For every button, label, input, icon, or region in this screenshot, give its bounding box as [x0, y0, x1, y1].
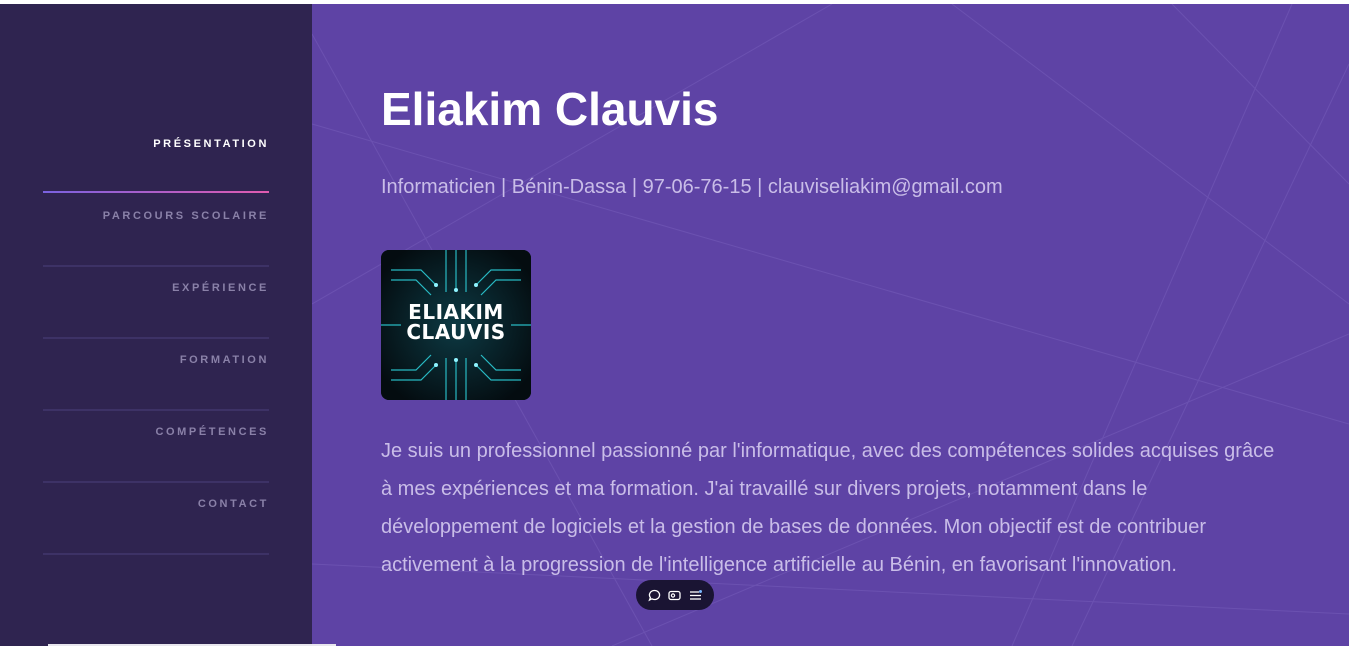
nav-item-formation[interactable]: Formation [43, 339, 269, 411]
floating-toolbar [636, 580, 714, 610]
logo-text: ELIAKIM CLAUVIS [381, 302, 531, 342]
menu-icon[interactable] [688, 587, 704, 603]
nav-item-presentation[interactable]: Présentation [43, 123, 269, 195]
page-frame: Présentation Parcours scolaire Expérienc… [0, 4, 1349, 646]
nav-item-label: Compétences [155, 426, 269, 438]
logo-line-1: ELIAKIM [408, 300, 504, 324]
nav-item-experience[interactable]: Expérience [43, 267, 269, 339]
nav-item-label: Présentation [153, 138, 269, 150]
profile-bio: Je suis un professionnel passionné par l… [381, 440, 1275, 576]
nav-item-label: Contact [197, 498, 269, 510]
profile-logo: ELIAKIM CLAUVIS [381, 250, 531, 400]
page-title: Eliakim Clauvis [381, 83, 719, 135]
nav-item-label: Expérience [172, 282, 269, 294]
sidebar: Présentation Parcours scolaire Expérienc… [0, 4, 312, 646]
nav-item-label: Formation [179, 354, 269, 366]
profile-subtitle: Informaticien | Bénin-Dassa | 97-06-76-1… [381, 176, 1003, 198]
sidebar-nav: Présentation Parcours scolaire Expérienc… [43, 123, 269, 555]
comment-icon[interactable] [646, 587, 662, 603]
nav-item-contact[interactable]: Contact [43, 483, 269, 555]
caption-icon[interactable] [667, 587, 683, 603]
nav-item-label: Parcours scolaire [102, 210, 269, 222]
nav-item-competences[interactable]: Compétences [43, 411, 269, 483]
nav-item-parcours-scolaire[interactable]: Parcours scolaire [43, 195, 269, 267]
main-content: Eliakim Clauvis Informaticien | Bénin-Da… [312, 4, 1349, 646]
logo-line-2: CLAUVIS [406, 320, 506, 344]
